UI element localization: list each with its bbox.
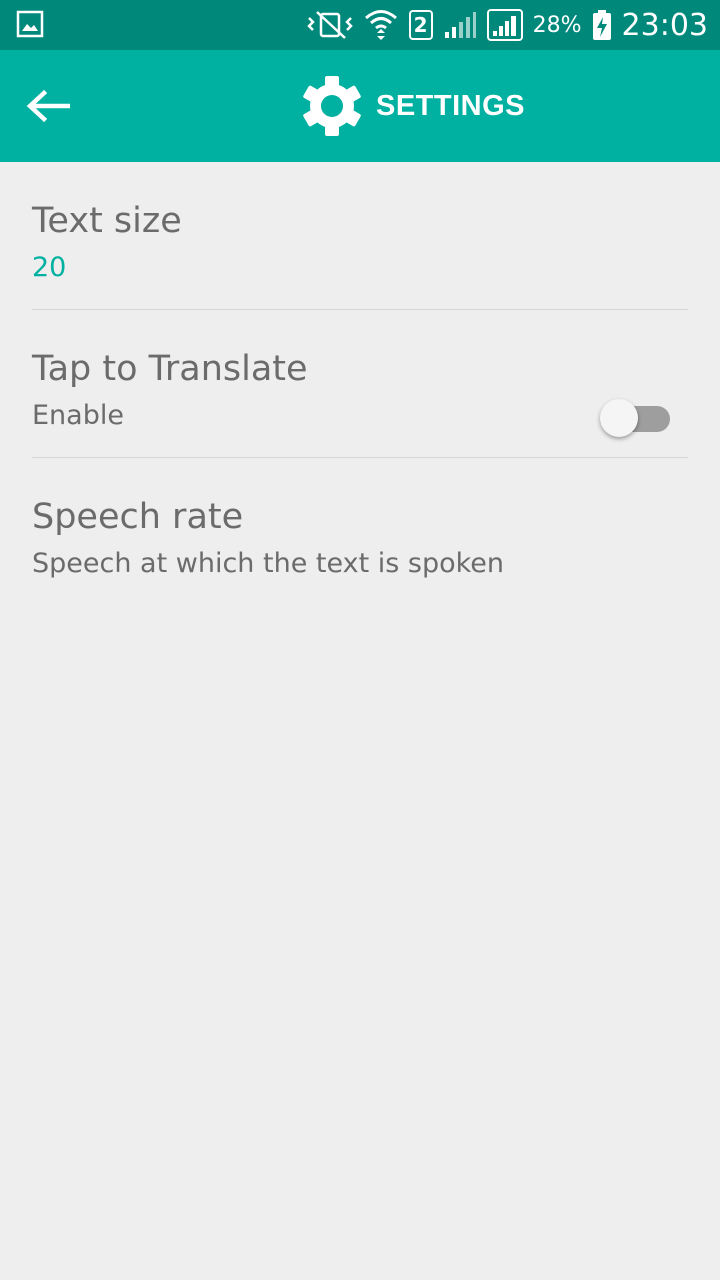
- sim-slot-number: 2: [413, 13, 428, 37]
- tap-to-translate-toggle[interactable]: [600, 396, 670, 440]
- page-title: SETTINGS: [376, 89, 526, 122]
- toggle-thumb: [600, 399, 638, 437]
- status-icons: 2 28% 23:03: [306, 0, 708, 50]
- signal-icon: [486, 9, 523, 41]
- status-time: 23:03: [621, 7, 708, 43]
- vibrate-icon: [306, 11, 353, 39]
- tap-to-translate-preference[interactable]: Tap to Translate Enable: [32, 310, 688, 458]
- text-size-value: 20: [32, 252, 67, 283]
- speech-rate-preference[interactable]: Speech rate Speech at which the text is …: [32, 458, 688, 606]
- gallery-icon: [16, 10, 44, 38]
- toolbar-title-group: SETTINGS: [300, 72, 525, 140]
- arrow-left-icon: [26, 89, 70, 123]
- sim-icon: 2: [408, 10, 433, 40]
- signal-icon: [444, 12, 476, 38]
- text-size-preference[interactable]: Text size 20: [32, 162, 688, 310]
- speech-rate-summary: Speech at which the text is spoken: [32, 548, 505, 579]
- text-size-title: Text size: [32, 201, 182, 241]
- wifi-icon: [364, 10, 397, 40]
- toolbar: SETTINGS: [0, 50, 720, 162]
- gear-icon: [303, 76, 361, 136]
- status-bar: 2 28% 23:03: [0, 0, 720, 50]
- tap-to-translate-title: Tap to Translate: [32, 349, 308, 389]
- tap-to-translate-summary: Enable: [32, 400, 124, 431]
- back-button[interactable]: [16, 76, 80, 136]
- battery-charging-icon: [592, 10, 611, 40]
- settings-list: Text size 20 Tap to Translate Enable Spe…: [32, 162, 688, 606]
- battery-percent: 28%: [532, 12, 582, 38]
- speech-rate-title: Speech rate: [32, 497, 244, 537]
